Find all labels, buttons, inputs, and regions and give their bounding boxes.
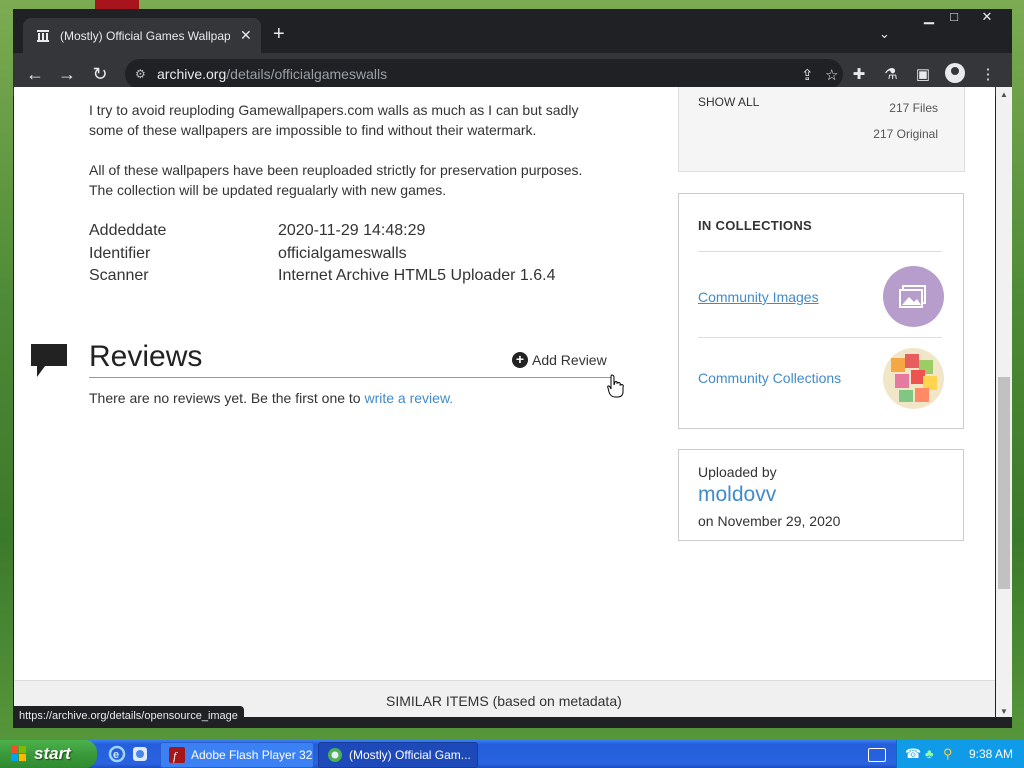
site-info-icon[interactable]: ⚙ (135, 67, 151, 81)
collections-box: IN COLLECTIONS Community Images Communit… (678, 193, 964, 429)
files-count: 217 Files (889, 101, 938, 115)
community-images-icon[interactable] (883, 266, 944, 327)
add-review-label: Add Review (532, 352, 607, 368)
no-reviews-text: There are no reviews yet. Be the first o… (89, 390, 454, 406)
tab-strip: (Mostly) Official Games Wallpapers ✕ + ⌄… (13, 9, 1012, 53)
reload-icon[interactable]: ↻ (90, 64, 110, 84)
keyboard-language-icon[interactable] (868, 748, 886, 762)
close-window-button[interactable]: ✕ (975, 9, 999, 25)
hand-cursor-icon (607, 374, 625, 403)
similar-items-label: SIMILAR ITEMS (based on metadata) (386, 693, 622, 709)
profile-avatar-icon[interactable] (945, 63, 965, 83)
reviews-divider (89, 377, 611, 378)
network-icon[interactable]: ☎ (905, 746, 921, 762)
browser-task-icon (328, 748, 342, 762)
taskbar: start e f Adobe Flash Player 32 (Mostly)… (0, 740, 1024, 768)
archive-favicon-icon (35, 28, 51, 44)
divider (698, 337, 942, 338)
description-para2: All of these wallpapers have been reuplo… (89, 162, 583, 198)
back-icon[interactable]: ← (25, 64, 45, 84)
collection-link-community-collections[interactable]: Community Collections (698, 370, 841, 386)
flash-player-icon: f (169, 747, 185, 763)
maximize-button[interactable]: □ (942, 9, 966, 24)
write-review-link[interactable]: write a review. (364, 390, 453, 406)
extensions-icon[interactable]: ✚ (849, 65, 869, 83)
windows-flag-icon (11, 746, 26, 761)
menu-kebab-icon[interactable]: ⋮ (978, 65, 998, 83)
status-bubble: https://archive.org/details/opensource_i… (13, 706, 244, 727)
show-all-link[interactable]: SHOW ALL (698, 95, 759, 109)
description-para1: I try to avoid reuploding Gamewallpapers… (89, 102, 579, 138)
system-tray: ☎ ♣ ⚲ 9:38 AM (896, 740, 1024, 768)
share-icon[interactable]: ⇪ (801, 66, 814, 84)
metadata-row-scanner: Scanner Internet Archive HTML5 Uploader … (89, 267, 555, 285)
comment-bubble-icon (31, 344, 67, 383)
tray-app-icon[interactable]: ♣ (925, 746, 934, 761)
original-count: 217 Original (873, 127, 938, 141)
taskbar-item-browser[interactable]: (Mostly) Official Gam... (318, 742, 478, 768)
plus-circle-icon: + (512, 352, 528, 368)
community-collections-icon[interactable] (883, 348, 944, 409)
add-review-button[interactable]: + Add Review (512, 352, 607, 368)
scroll-down-arrow-icon[interactable]: ▼ (1000, 707, 1008, 716)
collection-link-community-images[interactable]: Community Images (698, 289, 819, 305)
metadata-label: Identifier (89, 245, 151, 262)
security-tray-icon[interactable]: ⚲ (943, 746, 953, 762)
side-panel-icon[interactable]: ▣ (913, 65, 933, 83)
tab-search-icon[interactable]: ⌄ (879, 26, 890, 42)
reviews-heading: Reviews (89, 340, 203, 373)
upload-date: on November 29, 2020 (698, 513, 841, 529)
metadata-value: Internet Archive HTML5 Uploader 1.6.4 (278, 267, 556, 284)
clock: 9:38 AM (969, 747, 1014, 761)
forward-icon[interactable]: → (57, 64, 77, 84)
task-label: (Mostly) Official Gam... (349, 748, 471, 762)
metadata-value: officialgameswalls (278, 245, 407, 262)
divider (698, 251, 942, 252)
download-options-box: SHOW ALL 217 Files 217 Original (678, 87, 965, 172)
collections-heading: IN COLLECTIONS (698, 218, 812, 233)
page-scrollbar[interactable]: ▲ ▼ (996, 87, 1012, 717)
scrollbar-thumb[interactable] (998, 377, 1010, 589)
new-tab-button[interactable]: + (273, 24, 285, 44)
ie-quicklaunch-icon[interactable]: e (108, 745, 126, 763)
task-label: Adobe Flash Player 32 (191, 748, 313, 762)
metadata-row-addeddate: Addeddate 2020-11-29 14:48:29 (89, 222, 425, 240)
browser-tab[interactable]: (Mostly) Official Games Wallpapers ✕ (23, 18, 261, 53)
bookmark-star-icon[interactable]: ☆ (825, 66, 838, 84)
taskbar-item-flash-player[interactable]: f Adobe Flash Player 32 (160, 742, 314, 768)
metadata-label: Addeddate (89, 222, 167, 239)
metadata-row-identifier: Identifier officialgameswalls (89, 245, 407, 263)
address-bar[interactable]: ⚙ archive.org/details/officialgameswalls… (125, 59, 843, 89)
labs-flask-icon[interactable]: ⚗ (881, 65, 901, 83)
metadata-value: 2020-11-29 14:48:29 (278, 222, 426, 239)
svg-text:e: e (113, 749, 119, 761)
scroll-up-arrow-icon[interactable]: ▲ (1000, 90, 1008, 99)
page-content: I try to avoid reuploding Gamewallpapers… (14, 87, 995, 717)
tab-close-icon[interactable]: ✕ (240, 27, 252, 44)
url-text: archive.org/details/officialgameswalls (157, 66, 388, 82)
metadata-label: Scanner (89, 267, 149, 284)
browser-quicklaunch-icon[interactable] (131, 745, 149, 763)
start-label: start (34, 744, 71, 763)
uploader-link[interactable]: moldovv (698, 483, 776, 507)
uploaded-by-label: Uploaded by (698, 464, 777, 480)
tab-title: (Mostly) Official Games Wallpapers (60, 28, 230, 43)
minimize-button[interactable]: ▁ (917, 9, 941, 25)
start-button[interactable]: start (0, 740, 97, 768)
uploader-box: Uploaded by moldovv on November 29, 2020 (678, 449, 964, 541)
